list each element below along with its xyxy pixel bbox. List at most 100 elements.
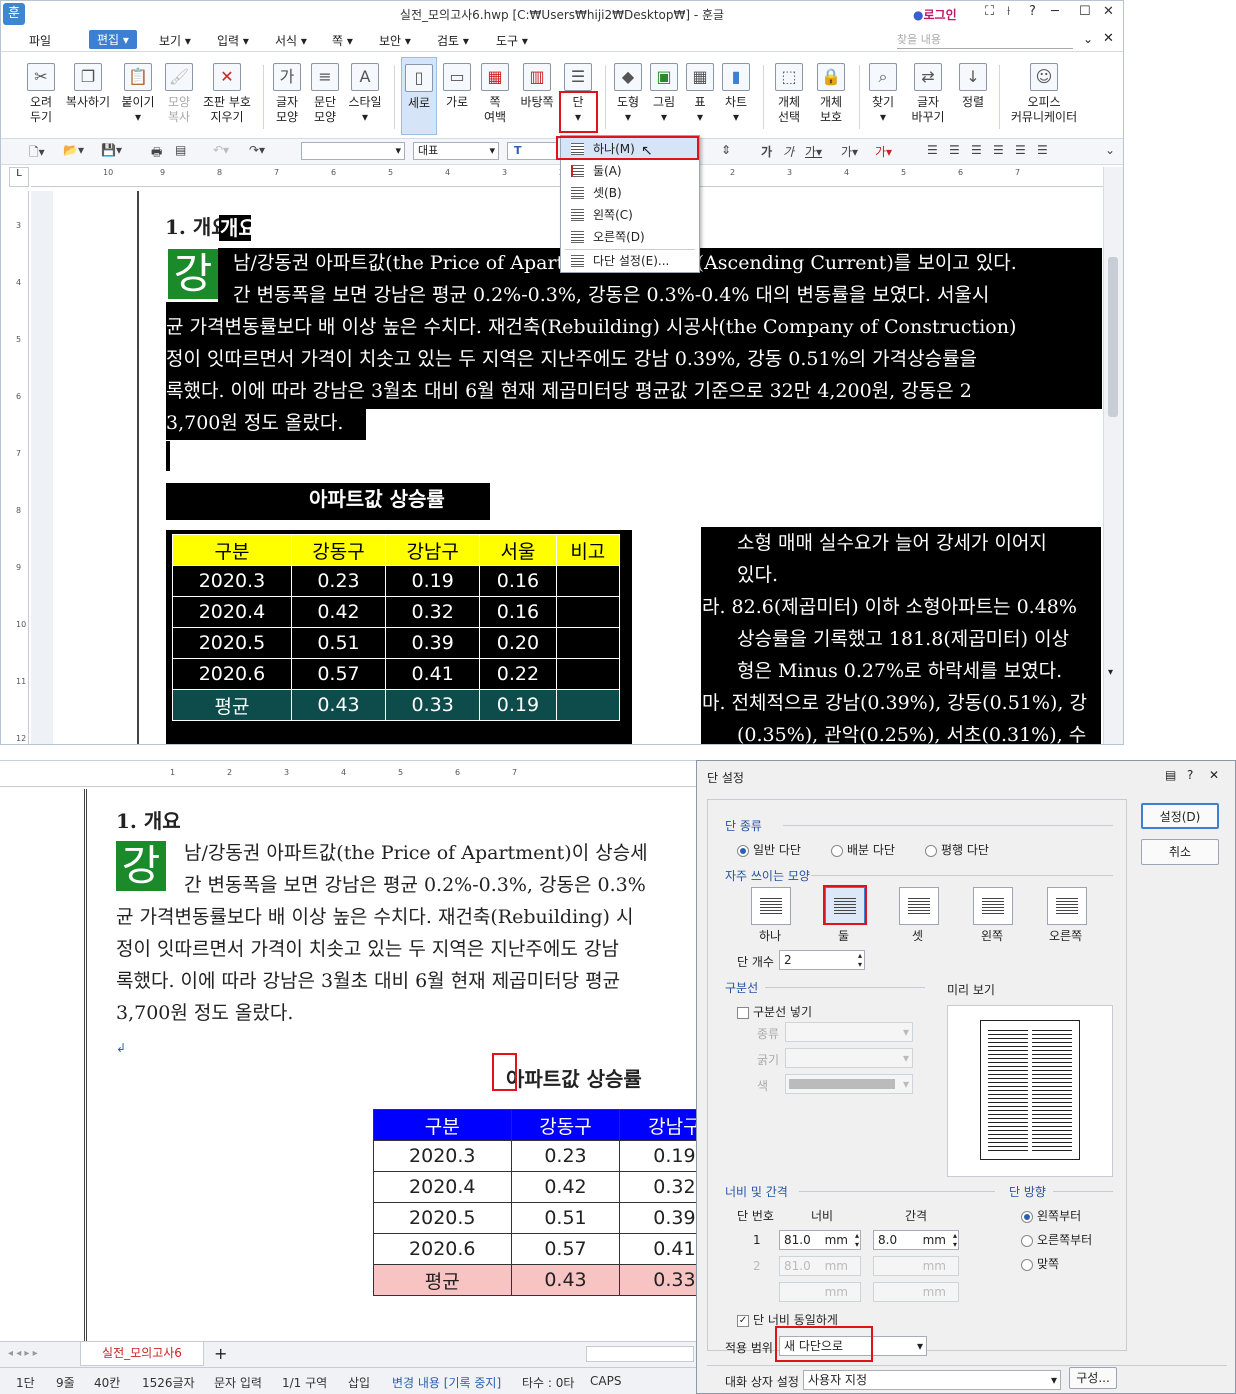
office-communicator-button[interactable]: ☺ 오피스 커뮤니케이터: [1007, 57, 1081, 135]
dir-right-radio[interactable]: 오른쪽부터: [1021, 1231, 1092, 1248]
type-normal-radio[interactable]: 일반 다단: [737, 841, 801, 858]
menu-tools[interactable]: 도구 ▾: [496, 32, 528, 49]
sort-button[interactable]: ↓ 정렬: [955, 57, 991, 135]
columns-three-item[interactable]: 셋(B): [561, 182, 699, 204]
align-right-icon[interactable]: ☰: [993, 143, 1004, 157]
menu-format[interactable]: 서식 ▾: [275, 32, 307, 49]
menu-view[interactable]: 보기 ▾: [159, 32, 191, 49]
width-input-2[interactable]: 81.0 mm: [779, 1256, 861, 1276]
help-icon[interactable]: ?: [1187, 768, 1193, 782]
copy-button[interactable]: ❐ 복사하기: [63, 57, 113, 135]
columns-two-item[interactable]: 둘(A): [561, 160, 699, 182]
search-input[interactable]: 찾을 내용: [897, 31, 1073, 49]
gap-input-1[interactable]: 8.0 mm ▴ ▾: [873, 1230, 959, 1250]
picture-button[interactable]: ▣ 그림 ▾: [647, 57, 681, 135]
columns-settings-item[interactable]: 다단 설정(E)...: [561, 250, 699, 272]
shape-right-button[interactable]: [1047, 887, 1087, 925]
size-spinner[interactable]: ⇕: [721, 143, 731, 157]
chart-button[interactable]: ▮ 차트 ▾: [719, 57, 753, 135]
config-button[interactable]: 구성...: [1069, 1367, 1117, 1389]
align-justify-icon[interactable]: ☰: [927, 143, 938, 157]
landscape-button[interactable]: ▭ 가로: [439, 57, 475, 135]
ruler-corner[interactable]: L: [9, 167, 29, 187]
scroll-thumb[interactable]: [1108, 257, 1118, 417]
gap-input-3[interactable]: mm: [873, 1282, 959, 1302]
gap-input-2[interactable]: mm: [873, 1256, 959, 1276]
preview-icon[interactable]: ▤: [175, 143, 186, 157]
bold-button[interactable]: 가: [761, 143, 772, 160]
new-doc-icon[interactable]: 🗋▾: [29, 143, 45, 164]
paste-button[interactable]: 📋 붙이기 ▾: [117, 57, 159, 135]
scroll-down-icon[interactable]: ▾: [1108, 667, 1113, 678]
help-icon[interactable]: ?: [1029, 4, 1036, 19]
divider-width-select[interactable]: ▾: [785, 1048, 913, 1068]
menu-review[interactable]: 검토 ▾: [437, 32, 469, 49]
shape-button[interactable]: ◆ 도형 ▾: [611, 57, 645, 135]
split-icon[interactable]: ⟊: [1007, 4, 1010, 19]
cut-button[interactable]: ✂ 오려 두기: [23, 57, 59, 135]
dir-facing-radio[interactable]: 맞쪽: [1021, 1255, 1059, 1272]
align-center-icon[interactable]: ☰: [971, 143, 982, 157]
shape-left-button[interactable]: [973, 887, 1013, 925]
align-left-icon[interactable]: ☰: [949, 143, 960, 157]
minimize-button[interactable]: ─: [1051, 4, 1059, 19]
strike-button[interactable]: 가▾: [841, 143, 858, 160]
horizontal-scrollbar[interactable]: [586, 1346, 694, 1362]
ok-button[interactable]: 설정(D): [1141, 803, 1219, 829]
tab-nav-icon[interactable]: ◂ ◂ ▸ ▸: [8, 1348, 38, 1359]
shape-three-button[interactable]: [899, 887, 939, 925]
chevron-down-icon[interactable]: ⌄: [1083, 32, 1093, 46]
align-distribute-icon[interactable]: ☰: [1015, 143, 1026, 157]
column-count-stepper[interactable]: 2 ▴ ▾: [779, 950, 865, 970]
menu-edit[interactable]: 편집 ▾: [89, 30, 137, 49]
menu-insert[interactable]: 입력 ▾: [217, 32, 249, 49]
menu-page[interactable]: 쪽 ▾: [332, 32, 353, 49]
text-color-button[interactable]: 가▾: [875, 143, 892, 160]
expand-toolbar-icon[interactable]: ⌄: [1105, 143, 1115, 157]
font-lang-select[interactable]: 대표 ▾: [413, 142, 499, 160]
replace-button[interactable]: ⇄ 글자 바꾸기: [905, 57, 951, 135]
login-link[interactable]: ●로그인: [913, 6, 957, 23]
object-select-button[interactable]: ⬚ 개체 선택: [769, 57, 809, 135]
maximize-button[interactable]: ☐: [1079, 4, 1091, 19]
undo-icon[interactable]: ↶▾: [213, 143, 229, 157]
fullscreen-icon[interactable]: ⛶: [985, 4, 994, 19]
format-copy-button[interactable]: 🖌 모양 복사: [163, 57, 195, 135]
align-divide-icon[interactable]: ☰: [1037, 143, 1048, 157]
columns-left-item[interactable]: 왼쪽(C): [561, 204, 699, 226]
open-icon[interactable]: 📂▾: [63, 143, 84, 157]
menu-security[interactable]: 보안 ▾: [379, 32, 411, 49]
divider-checkbox[interactable]: 구분선 넣기: [737, 1003, 812, 1020]
print-icon[interactable]: 🖶: [151, 143, 162, 164]
columns-right-item[interactable]: 오른쪽(D): [561, 226, 699, 248]
status-item[interactable]: 변경 내용 [기록 중지]: [392, 1374, 501, 1391]
width-input-1[interactable]: 81.0 mm ▴ ▾: [779, 1230, 861, 1250]
margin-button[interactable]: ▦ 쪽 여백: [477, 57, 513, 135]
font-select[interactable]: T: [507, 142, 557, 160]
divider-color-select[interactable]: ▾: [785, 1074, 913, 1094]
background-page-button[interactable]: ▥ 바탕쪽: [517, 57, 557, 135]
para-shape-button[interactable]: ≡ 문단 모양: [307, 57, 343, 135]
char-shape-button[interactable]: 가 글자 모양: [269, 57, 305, 135]
type-distribute-radio[interactable]: 배분 다단: [831, 841, 895, 858]
horizontal-ruler[interactable]: 1 2 3 4 5 6 7: [0, 767, 696, 787]
style-button[interactable]: A 스타일 ▾: [345, 57, 385, 135]
divider-kind-select[interactable]: ▾: [785, 1022, 913, 1042]
add-tab-button[interactable]: +: [214, 1344, 227, 1363]
close-icon[interactable]: ✕: [1209, 768, 1219, 782]
dialog-menu-icon[interactable]: ▤: [1165, 768, 1176, 782]
clear-marks-button[interactable]: ✕ 조판 부호 지우기: [199, 57, 255, 135]
object-protect-button[interactable]: 🔒 개체 보호: [811, 57, 851, 135]
vertical-scrollbar[interactable]: ▾: [1103, 167, 1123, 744]
tab-document[interactable]: 실전_모의고사6: [80, 1342, 204, 1366]
portrait-button[interactable]: ▯ 세로: [401, 57, 437, 135]
style-select[interactable]: ▾: [301, 142, 405, 160]
dialog-setting-select[interactable]: 사용자 지정 ▾: [803, 1370, 1061, 1390]
close-button[interactable]: ✕: [1103, 4, 1114, 19]
italic-button[interactable]: 가: [783, 143, 794, 160]
shape-one-button[interactable]: [751, 887, 791, 925]
type-parallel-radio[interactable]: 평행 다단: [925, 841, 989, 858]
close-icon[interactable]: ✕: [1103, 31, 1114, 46]
find-button[interactable]: ⌕ 찾기 ▾: [865, 57, 901, 135]
table-button[interactable]: ▦ 표 ▾: [685, 57, 715, 135]
